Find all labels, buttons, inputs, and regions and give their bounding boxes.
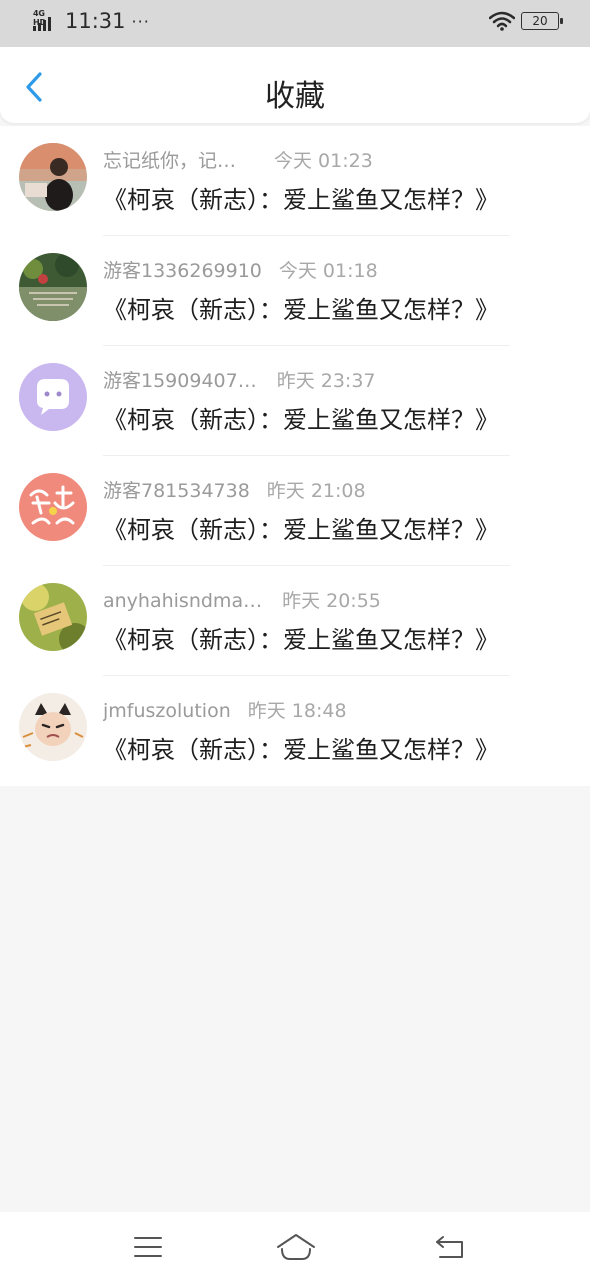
battery-icon: 20 bbox=[521, 12, 563, 30]
list-item[interactable]: 游客15909407… 昨天 23:37 《柯哀（新志）：爱上鲨鱼又怎样？》 bbox=[0, 346, 590, 456]
timestamp: 昨天 20:55 bbox=[282, 590, 381, 612]
item-meta: 游客15909407… 昨天 23:37 bbox=[103, 366, 376, 393]
timestamp: 昨天 23:37 bbox=[276, 370, 376, 392]
item-meta: 游客1336269910 今天 01:18 bbox=[103, 256, 378, 283]
username: 游客1336269910 bbox=[103, 260, 262, 282]
home-icon bbox=[277, 1234, 315, 1260]
status-bar: 4G HD 11:31 ··· 20 bbox=[0, 0, 590, 47]
page-title: 收藏 bbox=[265, 79, 325, 114]
list-item[interactable]: anyhahisndma… 昨天 20:55 《柯哀（新志）：爱上鲨鱼又怎样？》 bbox=[0, 566, 590, 676]
item-title[interactable]: 《柯哀（新志）：爱上鲨鱼又怎样？》 bbox=[103, 290, 499, 325]
menu-icon bbox=[134, 1237, 162, 1257]
status-left: 4G HD 11:31 ··· bbox=[31, 9, 150, 33]
item-meta: anyhahisndma… 昨天 20:55 bbox=[103, 586, 381, 613]
avatar[interactable] bbox=[19, 693, 87, 761]
battery-level: 20 bbox=[532, 14, 548, 28]
item-meta: 游客781534738 昨天 21:08 bbox=[103, 476, 366, 503]
username: 游客781534738 bbox=[103, 480, 250, 502]
item-title[interactable]: 《柯哀（新志）：爱上鲨鱼又怎样？》 bbox=[103, 620, 499, 655]
return-button[interactable] bbox=[430, 1230, 470, 1264]
status-more-dots: ··· bbox=[131, 11, 150, 31]
item-title[interactable]: 《柯哀（新志）：爱上鲨鱼又怎样？》 bbox=[103, 730, 499, 765]
avatar[interactable] bbox=[19, 363, 87, 431]
status-time: 11:31 bbox=[65, 9, 126, 33]
list-item[interactable]: 游客781534738 昨天 21:08 《柯哀（新志）：爱上鲨鱼又怎样？》 bbox=[0, 456, 590, 566]
item-meta: 忘记纸你，记… 今天 01:23 bbox=[103, 146, 373, 173]
list-item[interactable]: jmfuszolution 昨天 18:48 《柯哀（新志）：爱上鲨鱼又怎样？》 bbox=[0, 676, 590, 786]
home-button[interactable] bbox=[275, 1230, 317, 1264]
avatar[interactable] bbox=[19, 583, 87, 651]
status-right: 20 bbox=[489, 11, 563, 31]
menu-button[interactable] bbox=[128, 1230, 168, 1264]
avatar[interactable] bbox=[19, 253, 87, 321]
username: 游客15909407… bbox=[103, 370, 257, 392]
return-icon bbox=[436, 1236, 463, 1258]
item-title[interactable]: 《柯哀（新志）：爱上鲨鱼又怎样？》 bbox=[103, 510, 499, 545]
username: jmfuszolution bbox=[103, 700, 231, 722]
nav-bar: 收藏 bbox=[0, 47, 590, 123]
item-title[interactable]: 《柯哀（新志）：爱上鲨鱼又怎样？》 bbox=[103, 400, 499, 435]
timestamp: 昨天 18:48 bbox=[247, 700, 347, 722]
username: 忘记纸你，记… bbox=[103, 150, 237, 172]
list-item[interactable]: 忘记纸你，记… 今天 01:23 《柯哀（新志）：爱上鲨鱼又怎样？》 bbox=[0, 126, 590, 236]
username: anyhahisndma… bbox=[103, 590, 263, 612]
signal-icon: 4G HD bbox=[31, 9, 59, 32]
signal-bars bbox=[33, 17, 51, 31]
timestamp: 今天 01:18 bbox=[278, 260, 378, 282]
item-title[interactable]: 《柯哀（新志）：爱上鲨鱼又怎样？》 bbox=[103, 180, 499, 215]
timestamp: 昨天 21:08 bbox=[266, 480, 366, 502]
system-nav-bar bbox=[0, 1212, 590, 1280]
favorites-list: 忘记纸你，记… 今天 01:23 《柯哀（新志）：爱上鲨鱼又怎样？》 游客133… bbox=[0, 126, 590, 786]
avatar[interactable] bbox=[19, 473, 87, 541]
timestamp: 今天 01:23 bbox=[274, 150, 373, 172]
list-item[interactable]: 游客1336269910 今天 01:18 《柯哀（新志）：爱上鲨鱼又怎样？》 bbox=[0, 236, 590, 346]
wifi-icon bbox=[489, 11, 515, 31]
item-meta: jmfuszolution 昨天 18:48 bbox=[103, 696, 347, 723]
avatar[interactable] bbox=[19, 143, 87, 211]
